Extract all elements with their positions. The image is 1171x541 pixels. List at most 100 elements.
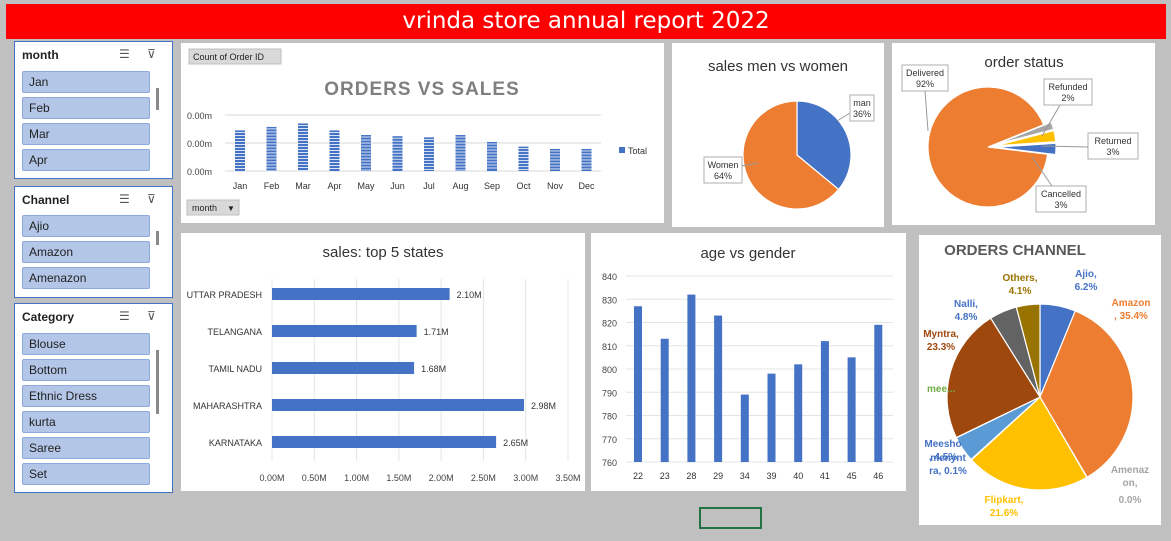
order-status-panel[interactable]: order status Delivered 92% Refunded 2% Return…	[892, 43, 1155, 225]
category-slicer[interactable]: Category ☰ ⊽ Blouse Bottom Ethnic Dress …	[14, 303, 173, 493]
top-states-chart: sales: top 5 states 0.00M 0.50M 1.00M 1.50M 2…	[187, 244, 581, 483]
y-tick-label: 790	[602, 388, 617, 398]
chart-title: ORDERS VS SALES	[324, 79, 520, 100]
data-label: Refunded	[1048, 82, 1087, 92]
clear-filter-icon[interactable]: ⊽	[147, 47, 156, 61]
data-label: , 4.5%	[929, 452, 957, 463]
x-tick-label: 41	[820, 471, 830, 481]
report-title: vrinda store annual report 2022	[402, 8, 770, 34]
x-tick-label: 23	[660, 471, 670, 481]
x-tick-label: 28	[686, 471, 696, 481]
x-tick-label: 46	[873, 471, 883, 481]
slicer-item-set[interactable]: Set	[22, 463, 150, 485]
orders-channel-panel[interactable]: ORDERS CHANNEL Ajio, 6.2% Amazon , 35.4% Amen…	[919, 235, 1161, 525]
bar	[272, 362, 415, 374]
data-label: Others,	[1002, 273, 1037, 284]
top-states-panel[interactable]: sales: top 5 states 0.00M 0.50M 1.00M 1.50M 2…	[181, 233, 585, 491]
y-tick-label: 780	[602, 412, 617, 422]
x-tick-label: Feb	[264, 181, 280, 191]
x-tick-label: 3.50M	[555, 473, 580, 483]
category-label: KARNATAKA	[209, 438, 262, 448]
x-tick-label: Jan	[233, 181, 248, 191]
data-label: Nalli,	[954, 299, 978, 310]
slicer-item-mar[interactable]: Mar	[22, 123, 150, 145]
channel-slicer[interactable]: Channel ☰ ⊽ Ajio Amazon Amenazon	[14, 186, 173, 298]
bar	[634, 306, 642, 462]
multi-select-icon[interactable]: ☰	[119, 47, 130, 61]
month-slicer[interactable]: month ☰ ⊽ Jan Feb Mar Apr	[14, 41, 173, 179]
x-tick-label: 40	[793, 471, 803, 481]
data-label: 2%	[1061, 93, 1074, 103]
bar-value-label: 1.71M	[424, 327, 449, 337]
bar	[272, 325, 417, 337]
data-label: Women	[708, 160, 739, 170]
slicer-item-amenazon[interactable]: Amenazon	[22, 267, 150, 289]
axis-field-button-label: month	[192, 203, 217, 213]
x-tick-label: 0.00M	[259, 473, 284, 483]
bar	[487, 142, 497, 171]
x-tick-label: 1.50M	[386, 473, 411, 483]
y-tick-label: 0.00m	[187, 139, 212, 149]
y-tick-label: 820	[602, 319, 617, 329]
x-tick-label: Dec	[578, 181, 595, 191]
bar	[266, 126, 277, 171]
report-title-banner: vrinda store annual report 2022	[6, 4, 1166, 39]
bar-value-label: 2.10M	[457, 290, 482, 300]
category-label: TAMIL NADU	[208, 364, 262, 374]
slicer-item-bottom[interactable]: Bottom	[22, 359, 150, 381]
bar	[272, 436, 497, 448]
chart-title: age vs gender	[700, 245, 795, 262]
bar	[820, 341, 829, 462]
sales-men-vs-women-chart: sales men vs women man36% Women64%	[703, 58, 875, 210]
bar	[272, 399, 525, 411]
slicer-item-ajio[interactable]: Ajio	[22, 215, 150, 237]
slicer-item-feb[interactable]: Feb	[22, 97, 150, 119]
slicer-item-ethnic-dress[interactable]: Ethnic Dress	[22, 385, 150, 407]
x-tick-label: Apr	[327, 181, 341, 191]
chart-title: order status	[984, 54, 1063, 71]
month-slicer-header: month	[22, 48, 59, 62]
multi-select-icon[interactable]: ☰	[119, 309, 130, 323]
slicer-item-amazon[interactable]: Amazon	[22, 241, 150, 263]
data-label: 21.6%	[990, 508, 1018, 519]
slicer-item-apr[interactable]: Apr	[22, 149, 150, 171]
x-tick-label: 29	[713, 471, 723, 481]
order-status-chart: order status Delivered92% Refunded2% Return…	[901, 54, 1139, 213]
slicer-item-saree[interactable]: Saree	[22, 437, 150, 459]
slicer-item-jan[interactable]: Jan	[22, 71, 150, 93]
data-label: 23.3%	[927, 342, 955, 353]
bar	[767, 373, 776, 462]
data-label: Delivered	[906, 68, 944, 78]
slicer-item-blouse[interactable]: Blouse	[22, 333, 150, 355]
legend-swatch	[619, 147, 625, 153]
leader-line	[924, 90, 929, 132]
bar-value-label: 2.98M	[531, 401, 556, 411]
orders-vs-sales-panel[interactable]: Count of Order ID ORDERS VS SALES 0.00m 0.0…	[181, 43, 664, 223]
slicer-item-kurta[interactable]: kurta	[22, 411, 150, 433]
data-label: ra, 0.1%	[929, 466, 967, 477]
y-tick-label: 770	[602, 435, 617, 445]
slicer-scrollbar[interactable]	[156, 231, 159, 245]
data-label: Returned	[1094, 136, 1131, 146]
data-label: Cancelled	[1041, 189, 1081, 199]
y-tick-label: 840	[602, 272, 617, 282]
slicer-scrollbar[interactable]	[156, 350, 159, 414]
data-label: Amenaz	[1111, 465, 1149, 476]
slicer-scrollbar[interactable]	[156, 88, 159, 110]
x-tick-label: 2.00M	[429, 473, 454, 483]
data-label: 92%	[916, 79, 934, 89]
bar	[740, 394, 749, 462]
channel-slicer-header: Channel	[22, 193, 70, 207]
y-tick-label: 810	[602, 342, 617, 352]
clear-filter-icon[interactable]: ⊽	[147, 309, 156, 323]
x-tick-label: 34	[740, 471, 750, 481]
chart-title: sales: top 5 states	[323, 244, 444, 261]
x-tick-label: Jun	[390, 181, 405, 191]
age-vs-gender-panel[interactable]: age vs gender 760 770 780 790 800 810 820 830 840…	[591, 233, 906, 491]
multi-select-icon[interactable]: ☰	[119, 192, 130, 206]
category-label: UTTAR PRADESH	[187, 290, 262, 300]
selected-cell[interactable]	[699, 507, 762, 529]
x-tick-label: 0.50M	[302, 473, 327, 483]
clear-filter-icon[interactable]: ⊽	[147, 192, 156, 206]
sales-men-vs-women-panel[interactable]: sales men vs women man 36% Women 64%	[672, 43, 884, 227]
